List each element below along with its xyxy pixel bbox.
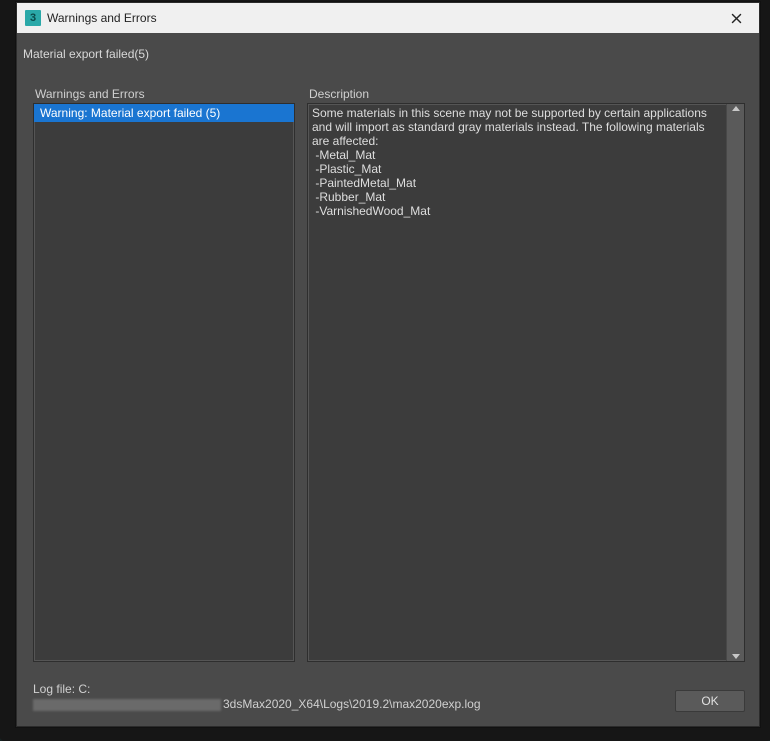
summary-text: Material export failed(5) (23, 47, 745, 61)
titlebar[interactable]: 3 Warnings and Errors (17, 3, 759, 33)
close-button[interactable] (713, 3, 759, 33)
log-file-text: Log file: C: 3dsMax2020_X64\Logs\2019.2\… (33, 682, 663, 712)
warnings-errors-dialog: 3 Warnings and Errors Material export fa… (16, 2, 760, 727)
log-file-suffix: 3dsMax2020_X64\Logs\2019.2\max2020exp.lo… (223, 697, 481, 711)
affected-material: -PaintedMetal_Mat (312, 176, 722, 190)
description-scrollbar[interactable] (726, 104, 744, 661)
ok-button[interactable]: OK (675, 690, 745, 712)
description-box[interactable]: Some materials in this scene may not be … (307, 103, 745, 662)
close-icon (731, 13, 742, 24)
description-intro: Some materials in this scene may not be … (312, 106, 722, 148)
warnings-list-column: Warnings and Errors Warning: Material ex… (33, 87, 295, 662)
affected-material: -Metal_Mat (312, 148, 722, 162)
warnings-list-label: Warnings and Errors (33, 87, 295, 101)
description-column: Description Some materials in this scene… (307, 87, 745, 662)
affected-material: -VarnishedWood_Mat (312, 204, 722, 218)
description-text: Some materials in this scene may not be … (308, 104, 726, 661)
scroll-down-icon[interactable] (732, 654, 740, 659)
affected-material: -Plastic_Mat (312, 162, 722, 176)
redacted-path-segment (33, 699, 221, 711)
log-file-prefix: Log file: C: (33, 682, 663, 697)
affected-material: -Rubber_Mat (312, 190, 722, 204)
footer-row: Log file: C: 3dsMax2020_X64\Logs\2019.2\… (23, 668, 745, 714)
panels-row: Warnings and Errors Warning: Material ex… (23, 87, 745, 662)
warnings-list-item[interactable]: Warning: Material export failed (5) (34, 104, 294, 122)
window-title: Warnings and Errors (47, 11, 157, 25)
app-icon: 3 (25, 10, 41, 26)
dialog-content: Material export failed(5) Warnings and E… (17, 33, 759, 726)
description-label: Description (307, 87, 745, 101)
scroll-up-icon[interactable] (732, 106, 740, 111)
warnings-list[interactable]: Warning: Material export failed (5) (33, 103, 295, 662)
